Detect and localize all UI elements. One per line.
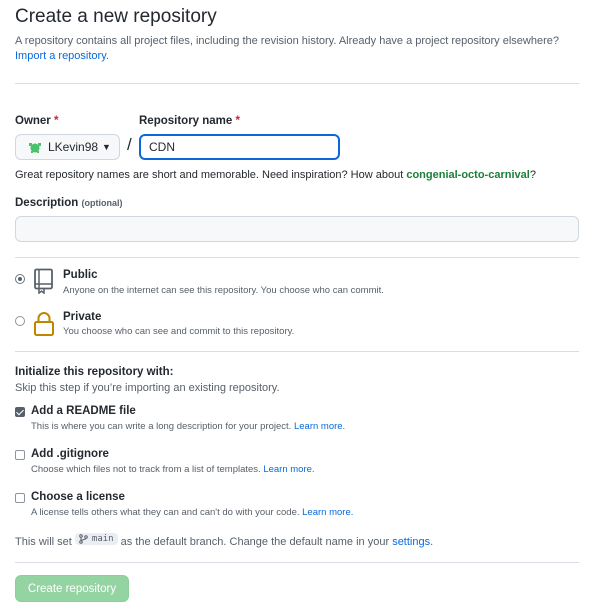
- private-title: Private: [63, 311, 102, 323]
- owner-dropdown[interactable]: LKevin98 ▼: [15, 134, 120, 160]
- create-repository-button[interactable]: Create repository: [15, 575, 129, 602]
- divider: [15, 83, 579, 84]
- repo-public-icon: [33, 268, 55, 297]
- license-checkbox[interactable]: [15, 493, 25, 503]
- repo-name-label: Repository name *: [139, 115, 240, 127]
- suggested-name-link[interactable]: congenial-octo-carnival: [406, 169, 529, 181]
- license-learn-more-link[interactable]: Learn more.: [302, 507, 353, 518]
- private-radio[interactable]: [15, 316, 25, 326]
- create-repo-page: Create a new repository A repository con…: [0, 0, 601, 615]
- public-description: Anyone on the internet can see this repo…: [63, 285, 384, 296]
- public-title: Public: [63, 269, 98, 281]
- description-label: Description (optional): [15, 197, 123, 209]
- divider: [15, 562, 579, 563]
- git-branch-icon: [79, 534, 88, 544]
- private-description: You choose who can see and commit to thi…: [63, 326, 295, 337]
- divider: [15, 257, 579, 258]
- gitignore-title: Add .gitignore: [31, 448, 109, 460]
- gitignore-checkbox[interactable]: [15, 450, 25, 460]
- license-title: Choose a license: [31, 491, 125, 503]
- readme-title: Add a README file: [31, 405, 136, 417]
- divider: [15, 351, 579, 352]
- chevron-down-icon: ▼: [102, 142, 111, 152]
- readme-checkbox[interactable]: [15, 407, 25, 417]
- name-suggestion: Great repository names are short and mem…: [15, 169, 536, 181]
- lock-icon: [33, 311, 55, 340]
- public-radio[interactable]: [15, 274, 25, 284]
- owner-avatar-icon: [28, 141, 42, 153]
- owner-repo-separator: /: [127, 135, 132, 154]
- page-subtitle: A repository contains all project files,…: [15, 35, 559, 47]
- gitignore-description: Choose which files not to track from a l…: [31, 464, 315, 475]
- page-title: Create a new repository: [15, 6, 217, 27]
- repo-name-input[interactable]: [139, 134, 340, 160]
- init-subheading: Skip this step if you’re importing an ex…: [15, 382, 280, 394]
- owner-label: Owner *: [15, 115, 59, 127]
- description-input[interactable]: [15, 216, 579, 242]
- default-branch-note: This will set main as the default branch…: [15, 533, 434, 548]
- license-description: A license tells others what they can and…: [31, 507, 354, 518]
- branch-badge: main: [74, 533, 118, 545]
- init-heading: Initialize this repository with:: [15, 366, 174, 378]
- readme-learn-more-link[interactable]: Learn more.: [294, 421, 345, 432]
- import-repo-link[interactable]: Import a repository.: [15, 50, 109, 62]
- settings-link[interactable]: settings: [392, 536, 430, 548]
- gitignore-learn-more-link[interactable]: Learn more.: [263, 464, 314, 475]
- readme-description: This is where you can write a long descr…: [31, 421, 346, 432]
- owner-name: LKevin98: [48, 140, 99, 154]
